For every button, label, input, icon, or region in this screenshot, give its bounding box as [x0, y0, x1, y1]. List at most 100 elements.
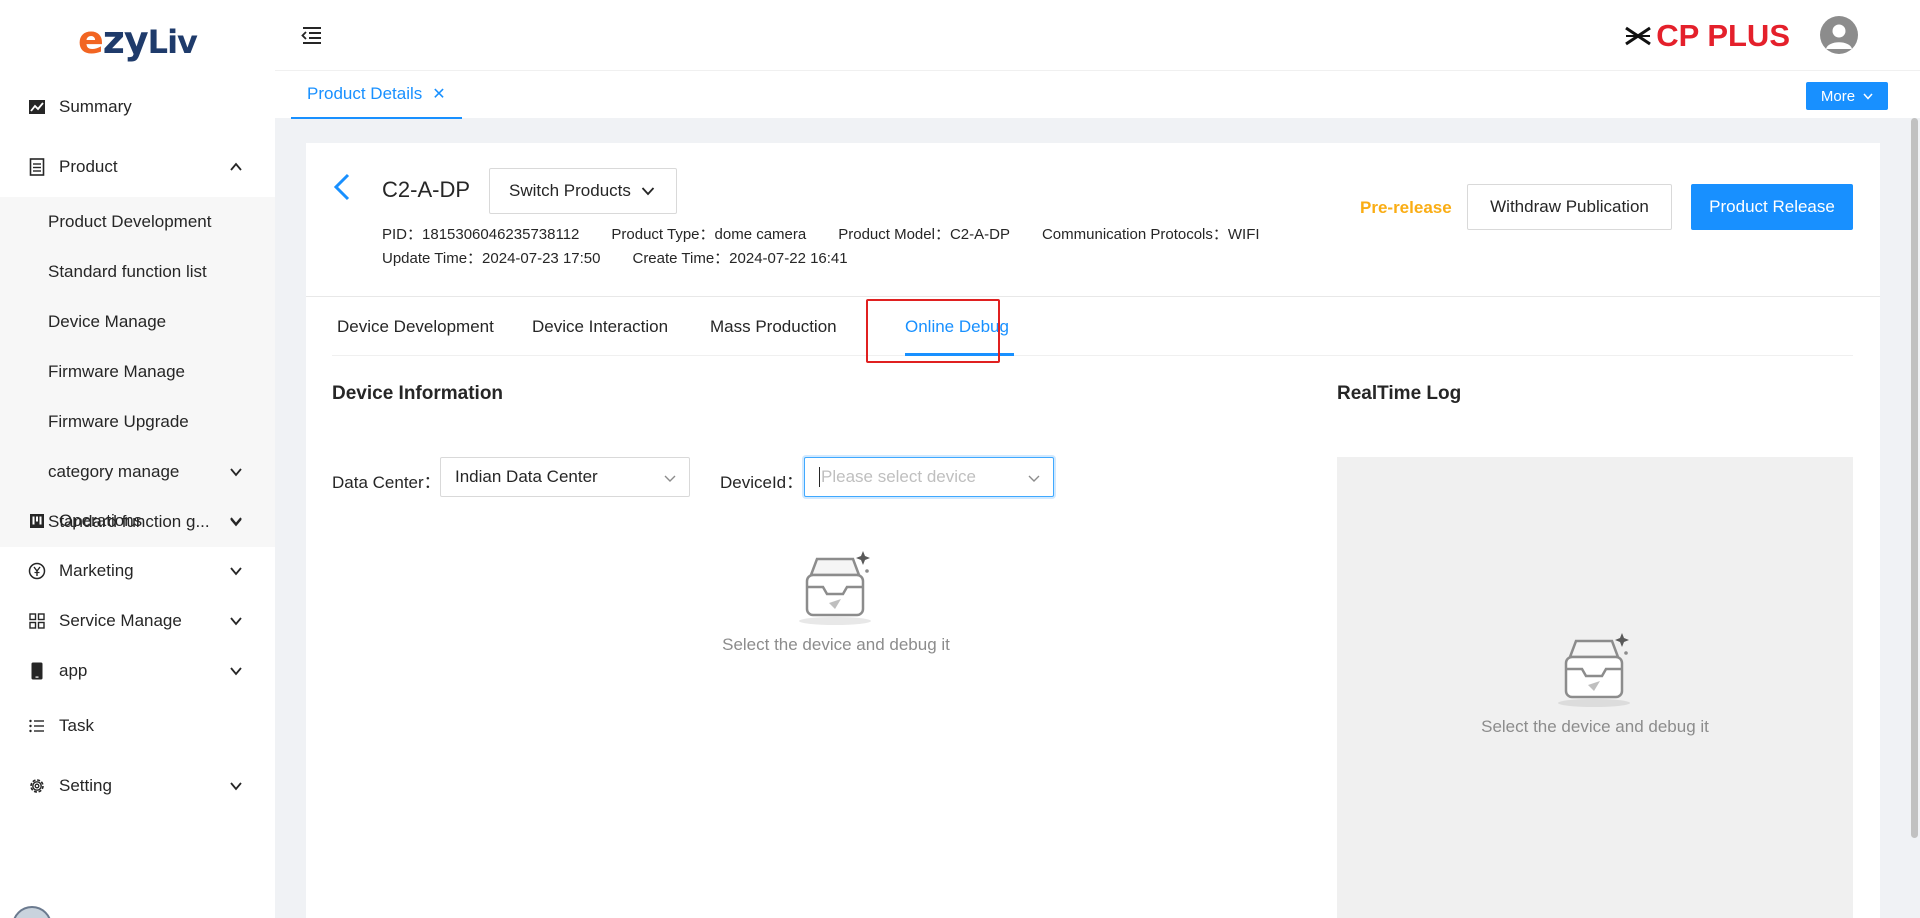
- sidebar-sub-label: Standard function list: [48, 262, 207, 281]
- sidebar-item-summary[interactable]: Summary: [0, 82, 275, 132]
- product-release-button[interactable]: Product Release: [1691, 184, 1853, 230]
- product-pid: PID：1815306046235738112: [382, 226, 580, 243]
- sidebar: ezyLiv Summary Product Product Developme…: [0, 0, 275, 918]
- chevron-down-icon: [1863, 93, 1873, 100]
- realtime-log-title: RealTime Log: [1337, 383, 1462, 404]
- sidebar-item-operations[interactable]: Operations: [0, 496, 275, 546]
- device-id-placeholder: Please select device: [821, 467, 976, 486]
- user-avatar-bottom[interactable]: [12, 906, 52, 918]
- cp-plus-mark-icon: [1625, 26, 1652, 46]
- list-icon: [27, 716, 47, 736]
- sidebar-sub-standard-function-list[interactable]: Standard function list: [0, 247, 275, 297]
- yen-circle-icon: [27, 561, 47, 581]
- chevron-down-icon: [1028, 475, 1040, 482]
- data-center-label: Data Center：: [332, 473, 441, 492]
- sidebar-item-setting[interactable]: Setting: [0, 761, 275, 811]
- gear-icon: [27, 776, 47, 796]
- product-protocols: Communication Protocols：WIFI: [1041, 226, 1260, 243]
- sidebar-item-label: Operations: [59, 511, 143, 530]
- product-update-time: Update Time：2024-07-23 17:50: [382, 250, 601, 267]
- device-id-select[interactable]: Please select device: [804, 457, 1054, 497]
- log-empty-text: Select the device and debug it: [1481, 717, 1709, 736]
- scrollbar-thumb[interactable]: [1911, 118, 1918, 838]
- grid-icon: [27, 611, 47, 631]
- product-details-card: C2-A-DP Switch Products PID：181530604623…: [306, 143, 1880, 918]
- logo-text: ezyLiv: [78, 18, 198, 62]
- device-information-title: Device Information: [332, 383, 504, 404]
- product-model: Product Model：C2-A-DP: [838, 226, 1010, 243]
- sidebar-item-task[interactable]: Task: [0, 701, 275, 751]
- brand-text: CP PLUS: [1656, 18, 1790, 53]
- sidebar-sub-category-manage[interactable]: category manage: [0, 447, 275, 497]
- more-label: More: [1820, 87, 1856, 105]
- device-id-label: DeviceId：: [720, 473, 804, 492]
- product-name: C2-A-DP: [382, 177, 471, 202]
- chevron-down-icon: [230, 617, 242, 626]
- user-avatar[interactable]: [1820, 16, 1858, 54]
- sidebar-sub-firmware-manage[interactable]: Firmware Manage: [0, 347, 275, 397]
- page-tabs-bar: Product Details ✕ More: [275, 70, 1920, 119]
- product-type: Product Type：dome camera: [611, 226, 807, 243]
- menu-fold-icon[interactable]: [299, 24, 323, 46]
- ezyliv-logo[interactable]: ezyLiv: [78, 16, 198, 64]
- product-create-time: Create Time：2024-07-22 16:41: [632, 250, 848, 267]
- cp-plus-logo: CP PLUS: [1624, 18, 1790, 54]
- tab-mass-production[interactable]: Mass Production: [710, 298, 837, 356]
- switch-products-label: Switch Products: [509, 181, 631, 200]
- chevron-down-icon: [230, 567, 242, 576]
- sidebar-sub-label: Device Manage: [48, 312, 167, 331]
- sidebar-item-service-manage[interactable]: Service Manage: [0, 596, 275, 646]
- kanban-icon: [27, 511, 47, 531]
- sidebar-item-label: app: [59, 661, 88, 680]
- empty-inbox-icon: [799, 551, 871, 625]
- sidebar-item-label: Task: [59, 716, 94, 735]
- tab-product-details[interactable]: Product Details ✕: [291, 71, 462, 119]
- chevron-down-icon: [641, 187, 655, 196]
- sidebar-sub-label: Product Development: [48, 212, 212, 231]
- sidebar-sub-device-manage[interactable]: Device Manage: [0, 297, 275, 347]
- chevron-down-icon: [230, 667, 242, 676]
- release-status-badge: Pre-release: [1360, 198, 1452, 217]
- close-icon[interactable]: ✕: [432, 84, 445, 104]
- tab-device-interaction[interactable]: Device Interaction: [532, 298, 668, 356]
- sidebar-item-label: Product: [59, 157, 118, 176]
- chevron-down-icon: [664, 475, 676, 482]
- realtime-log-panel: Select the device and debug it: [1337, 457, 1853, 918]
- user-icon: [1826, 24, 1852, 49]
- top-header: CP PLUS: [275, 0, 1920, 70]
- data-center-select[interactable]: Indian Data Center: [440, 457, 690, 497]
- online-debug-highlight-box: [866, 299, 1000, 363]
- sidebar-item-label: Marketing: [59, 561, 134, 580]
- data-center-value: Indian Data Center: [455, 467, 598, 486]
- sidebar-sub-label: Firmware Upgrade: [48, 412, 189, 431]
- withdraw-publication-button[interactable]: Withdraw Publication: [1467, 184, 1672, 230]
- scrollbar[interactable]: [1908, 118, 1920, 838]
- log-empty-state: Select the device and debug it: [1447, 629, 1743, 737]
- sidebar-item-label: Setting: [59, 776, 112, 795]
- product-meta-row-2: Update Time：2024-07-23 17:50 Create Time…: [382, 247, 880, 268]
- sidebar-sub-product-development[interactable]: Product Development: [0, 197, 275, 247]
- more-button[interactable]: More: [1806, 82, 1888, 110]
- chevron-up-icon: [230, 162, 242, 171]
- content-tabs: Device Development Device Interaction Ma…: [332, 298, 1853, 356]
- sidebar-item-marketing[interactable]: Marketing: [0, 546, 275, 596]
- back-arrow-icon[interactable]: [332, 171, 352, 203]
- text-cursor: [819, 467, 820, 487]
- sidebar-sub-label: Firmware Manage: [48, 362, 185, 381]
- chevron-down-icon: [230, 782, 242, 791]
- chart-line-icon: [27, 97, 47, 117]
- switch-products-button[interactable]: Switch Products: [489, 168, 677, 214]
- device-empty-state: Select the device and debug it: [696, 547, 976, 655]
- mobile-icon: [27, 661, 47, 681]
- chevron-down-icon: [230, 517, 242, 526]
- sidebar-sub-label: category manage: [48, 462, 180, 481]
- sidebar-item-label: Summary: [59, 97, 132, 116]
- sidebar-item-product[interactable]: Product: [0, 142, 275, 192]
- document-icon: [27, 157, 47, 177]
- device-empty-text: Select the device and debug it: [722, 635, 950, 654]
- sidebar-sub-firmware-upgrade[interactable]: Firmware Upgrade: [0, 397, 275, 447]
- sidebar-item-app[interactable]: app: [0, 646, 275, 696]
- product-meta-row-1: PID：1815306046235738112 Product Type：dom…: [382, 223, 1292, 244]
- empty-inbox-icon: [1558, 633, 1630, 707]
- tab-device-development[interactable]: Device Development: [337, 298, 494, 356]
